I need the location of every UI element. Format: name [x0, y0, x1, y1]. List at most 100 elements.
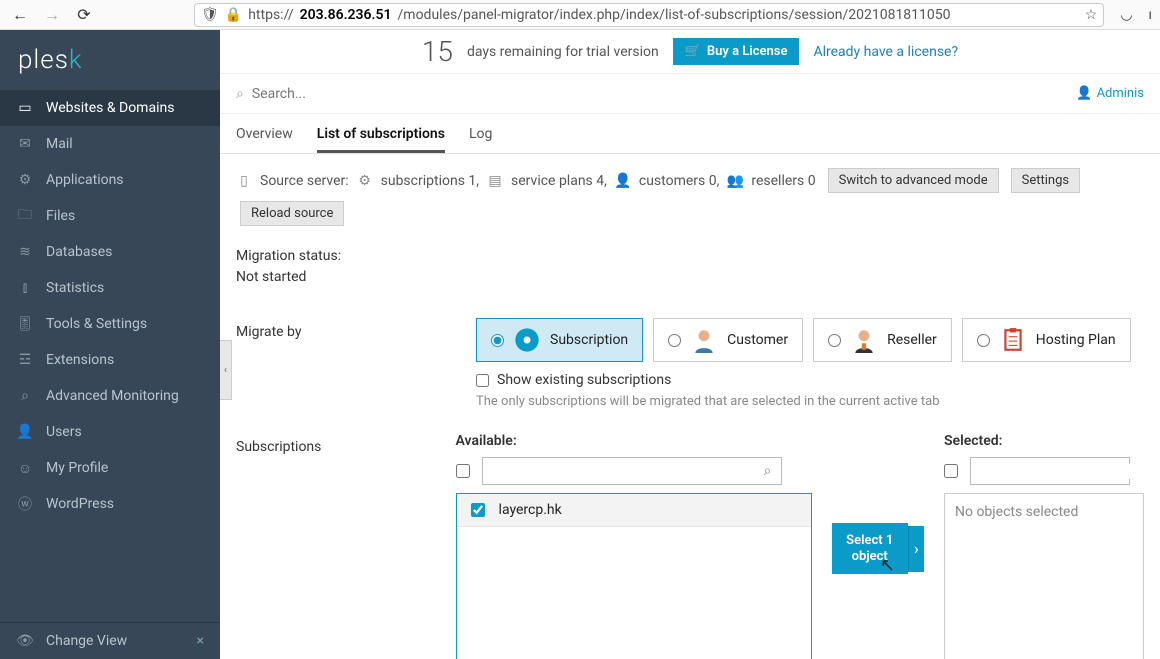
sidebar-item-files[interactable]: 🗀Files [0, 198, 220, 234]
sliders-icon: 🎚 [16, 315, 34, 333]
search-icon: ⌕ [236, 86, 244, 102]
url-prefix: https:// [248, 7, 293, 23]
settings-button[interactable]: Settings [1011, 168, 1080, 193]
sidebar-item-applications[interactable]: ⚙ Applications [0, 162, 220, 198]
tab-list-of-subscriptions[interactable]: List of subscriptions [317, 122, 445, 153]
logo-accent: k [69, 45, 83, 75]
wordpress-icon: ⓦ [16, 495, 34, 513]
available-select-all-checkbox[interactable] [456, 464, 470, 478]
sidebar-item-databases[interactable]: ≋Databases [0, 234, 220, 270]
back-button[interactable]: ← [8, 3, 32, 27]
sidebar-item-users[interactable]: 👤Users [0, 414, 220, 450]
tab-log[interactable]: Log [469, 122, 492, 153]
show-existing-label: Show existing subscriptions [497, 372, 671, 388]
url-host: 203.86.236.51 [300, 7, 392, 23]
trial-remaining-text: days remaining for trial version [467, 44, 659, 60]
sidebar-item-label: Applications [46, 172, 124, 188]
sidebar-item-label: Change View [46, 633, 127, 649]
search-icon[interactable]: ⌕ [755, 463, 781, 479]
close-icon[interactable]: × [197, 633, 204, 649]
clipboard-icon [998, 325, 1028, 355]
migrate-by-customer-radio[interactable] [668, 334, 681, 347]
shield-icon: 🛡 [201, 7, 219, 23]
show-existing-checkbox[interactable] [476, 374, 489, 387]
switch-advanced-mode-button[interactable]: Switch to advanced mode [828, 168, 999, 193]
eye-icon: 👁 [16, 632, 34, 650]
transfer-controls: Select 1 object › [832, 523, 924, 574]
show-existing-checkbox-row[interactable]: Show existing subscriptions [476, 372, 1131, 388]
plan-icon: ▤ [487, 173, 503, 189]
option-label: Reseller [887, 332, 937, 348]
migrate-by-reseller-option[interactable]: Reseller [813, 318, 952, 362]
reload-button[interactable]: ⟳ [72, 3, 96, 27]
library-icon[interactable]: ı [1149, 7, 1152, 23]
sidebar-item-extensions[interactable]: ☲Extensions [0, 342, 220, 378]
logo: plesk [0, 30, 220, 90]
monitor-icon: ▭ [16, 99, 34, 117]
migrate-by-hosting-plan-radio[interactable] [977, 334, 990, 347]
list-item[interactable]: layercp.hk [457, 494, 811, 527]
subscriptions-panels: Available: ⌕ layercp.hk [456, 433, 1144, 659]
available-title: Available: [456, 433, 812, 449]
source-server-label: Source server: [260, 173, 349, 189]
sidebar-item-label: Files [46, 208, 75, 224]
tabs: Overview List of subscriptions Log [220, 114, 1160, 154]
sidebar-item-label: Advanced Monitoring [46, 388, 179, 404]
migrate-by-hosting-plan-option[interactable]: Hosting Plan [962, 318, 1131, 362]
list-item-checkbox[interactable] [471, 503, 485, 517]
sidebar-item-label: My Profile [46, 460, 108, 476]
sidebar-item-label: Websites & Domains [46, 100, 174, 116]
sidebar-item-my-profile[interactable]: ☺ My Profile [0, 450, 220, 486]
sidebar-item-label: WordPress [46, 496, 114, 512]
bookmark-star-icon[interactable]: ☆ [1085, 7, 1098, 23]
sidebar-item-statistics[interactable]: ⫾Statistics [0, 270, 220, 306]
profile-icon: ☺ [16, 459, 34, 477]
admin-link-label: Adminis [1097, 86, 1144, 101]
selected-empty-label: No objects selected [955, 504, 1078, 520]
selected-select-all-checkbox[interactable] [944, 464, 958, 478]
migrate-by-reseller-radio[interactable] [828, 334, 841, 347]
sidebar-item-label: Users [46, 424, 82, 440]
search-input[interactable] [252, 86, 1069, 102]
mail-icon: ✉ [16, 135, 34, 153]
available-search-input[interactable] [483, 464, 755, 479]
sidebar-item-label: Statistics [46, 280, 104, 296]
migrate-by-subscription-radio[interactable] [491, 334, 504, 347]
buy-license-label: Buy a License [707, 44, 788, 59]
subscriptions-label: Subscriptions [236, 433, 416, 659]
resellers-count: resellers 0 [751, 173, 815, 189]
sidebar-collapse-handle[interactable]: ‹ [220, 340, 232, 400]
user-icon: 👤 [1076, 86, 1092, 101]
select-objects-label: Select 1 object [846, 533, 893, 564]
gear-icon [512, 325, 542, 355]
sidebar-item-label: Tools & Settings [46, 316, 147, 332]
buy-license-button[interactable]: 🛒Buy a License [673, 38, 800, 65]
available-list: layercp.hk [456, 493, 812, 659]
migrate-hint: The only subscriptions will be migrated … [476, 394, 1131, 409]
forward-button[interactable]: → [40, 3, 64, 27]
person-icon [689, 325, 719, 355]
sidebar-item-mail[interactable]: ✉Mail [0, 126, 220, 162]
sidebar-item-websites-domains[interactable]: ▭ Websites & Domains [0, 90, 220, 126]
admin-link[interactable]: 👤 Adminis [1076, 86, 1144, 101]
list-item-label: layercp.hk [499, 502, 562, 518]
selected-search-input[interactable] [971, 464, 1149, 479]
migrate-by-subscription-option[interactable]: Subscription [476, 318, 643, 362]
gear-icon: ⚙ [16, 171, 34, 189]
sidebar-item-advanced-monitoring[interactable]: ⌕ Advanced Monitoring [0, 378, 220, 414]
url-bar[interactable]: 🛡 🔒 https://203.86.236.51/modules/panel-… [194, 3, 1104, 27]
monitor-search-icon: ⌕ [16, 387, 34, 405]
sidebar-item-tools-settings[interactable]: 🎚 Tools & Settings [0, 306, 220, 342]
tab-overview[interactable]: Overview [236, 122, 293, 153]
sidebar-item-wordpress[interactable]: ⓦ WordPress [0, 486, 220, 522]
reload-source-button[interactable]: Reload source [240, 201, 344, 226]
chevron-right-icon[interactable]: › [908, 526, 924, 572]
select-objects-button[interactable]: Select 1 object [832, 523, 908, 574]
available-panel: Available: ⌕ layercp.hk [456, 433, 812, 659]
already-have-license-link[interactable]: Already have a license? [813, 44, 958, 60]
sidebar-change-view[interactable]: 👁 Change View × [0, 623, 220, 659]
logo-text: ples [18, 45, 69, 75]
reseller-icon [849, 325, 879, 355]
migrate-by-customer-option[interactable]: Customer [653, 318, 803, 362]
pocket-icon[interactable]: ◡ [1120, 7, 1132, 23]
